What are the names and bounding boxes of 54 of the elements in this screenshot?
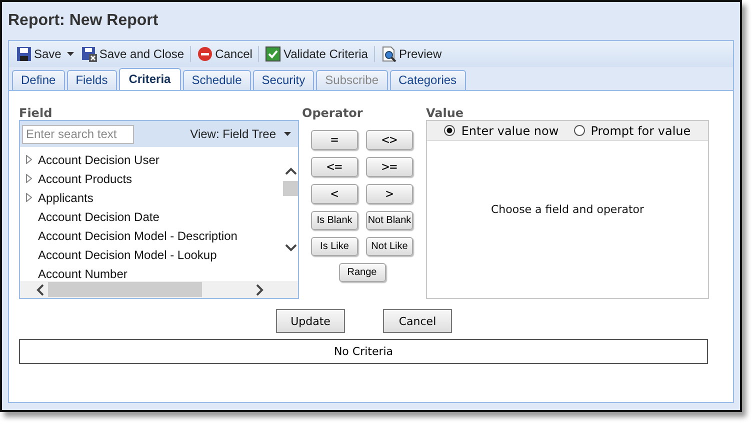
scrollbar-thumb[interactable] — [48, 282, 202, 297]
operator-button[interactable]: > — [366, 184, 413, 204]
chevron-right-icon — [256, 284, 264, 296]
toolbar-button[interactable]: Save — [13, 44, 64, 64]
horizontal-scrollbar[interactable] — [20, 281, 298, 298]
tree-item[interactable]: Applicants — [38, 190, 94, 204]
document-magnifier-icon — [380, 46, 397, 62]
tree-item[interactable]: Account Decision Model - Lookup — [38, 248, 217, 262]
chevron-down-icon — [284, 244, 296, 252]
radio-button[interactable] — [574, 125, 585, 136]
section-label: Field — [19, 106, 54, 120]
scrollbar-thumb[interactable] — [283, 181, 298, 196]
chevron-up-icon — [284, 167, 296, 175]
tree-item[interactable]: Account Products — [38, 172, 132, 186]
tree-item[interactable]: Account Number — [38, 266, 128, 280]
operator-button[interactable]: <= — [311, 157, 358, 177]
tab[interactable]: Security — [252, 70, 314, 90]
tree-item[interactable]: Account Decision User — [38, 152, 160, 166]
operator-button[interactable]: <> — [366, 130, 413, 150]
operator-button[interactable]: Range — [338, 263, 386, 282]
tab[interactable]: Criteria — [118, 68, 181, 90]
operator-button[interactable]: < — [311, 184, 358, 204]
action-button[interactable]: Update — [276, 309, 345, 333]
radio-label[interactable]: Prompt for value — [590, 124, 691, 138]
window-title: Report: New Report — [7, 11, 160, 31]
tab[interactable]: Define — [12, 70, 65, 90]
tree-item[interactable]: Account Decision Date — [38, 210, 160, 224]
operator-button[interactable]: Is Blank — [311, 211, 358, 230]
chevron-left-icon — [36, 284, 44, 296]
action-button[interactable]: Cancel — [383, 309, 452, 333]
value-message: Choose a field and operator — [490, 202, 646, 218]
operator-button[interactable]: Not Blank — [366, 211, 413, 230]
operator-button[interactable]: = — [311, 130, 358, 150]
checkbox-icon — [265, 46, 282, 62]
no-entry-icon — [197, 46, 214, 62]
toolbar-button[interactable]: Validate Criteria — [262, 44, 371, 64]
operator-button[interactable]: >= — [366, 157, 413, 177]
tab[interactable]: Fields — [66, 70, 117, 90]
radio-button[interactable] — [444, 125, 456, 136]
view-dropdown[interactable]: View: Field Tree — [190, 127, 291, 141]
toolbar-button[interactable]: Cancel — [194, 44, 256, 64]
tab[interactable]: Schedule — [182, 70, 251, 90]
section-label: Operator — [302, 106, 364, 120]
operator-button[interactable]: Not Like — [366, 237, 413, 256]
toolbar-button[interactable]: Save and Close — [78, 44, 188, 64]
search-field[interactable]: Enter search text — [22, 124, 134, 144]
toolbar-button[interactable]: Preview — [378, 44, 445, 64]
radio-label[interactable]: Enter value now — [461, 124, 559, 138]
operator-button[interactable]: Is Like — [311, 237, 358, 256]
section-label: Value — [426, 106, 465, 120]
tree-item[interactable]: Account Decision Model - Description — [38, 228, 238, 242]
criteria-list: No Criteria — [19, 339, 708, 364]
caret-icon — [284, 132, 291, 136]
tab[interactable]: Categories — [390, 70, 466, 90]
